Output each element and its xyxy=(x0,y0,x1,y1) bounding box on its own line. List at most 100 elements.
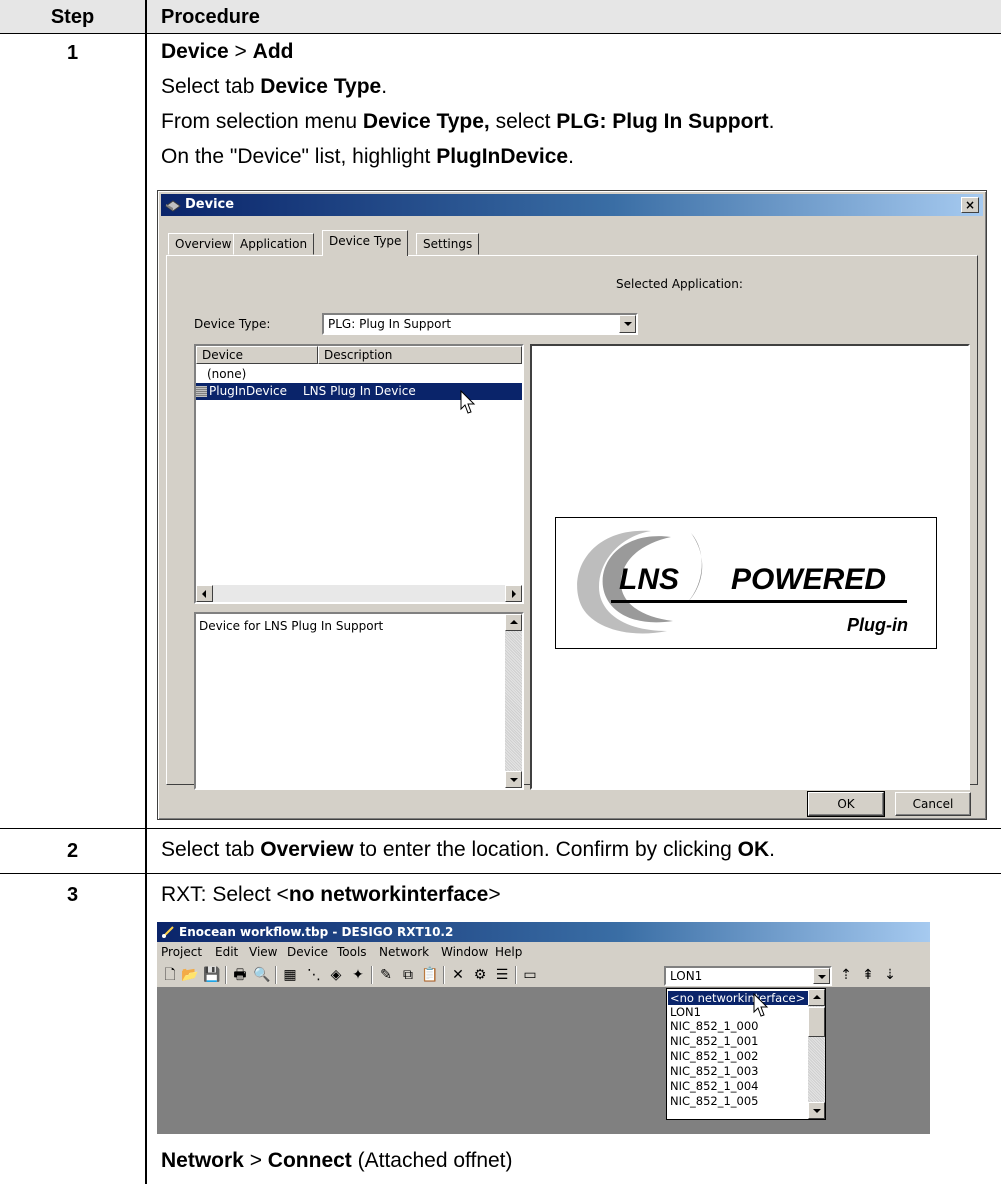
step-instruction: Select tab Overview to enter the locatio… xyxy=(161,838,775,861)
dropdown-item[interactable]: LON1 xyxy=(668,1005,808,1019)
menu-project[interactable]: Project xyxy=(161,945,202,959)
lns-powered-logo: LNS POWERED Plug-in xyxy=(555,517,937,649)
upload-all-icon[interactable]: ⇞ xyxy=(859,966,877,984)
horizontal-scrollbar[interactable] xyxy=(196,585,522,602)
scroll-down-icon[interactable] xyxy=(505,771,522,788)
chevron-down-icon[interactable] xyxy=(619,315,636,333)
rxt-window: Enocean workflow.tbp - DESIGO RXT10.2 Pr… xyxy=(157,922,930,1134)
step-instruction: From selection menu Device Type, select … xyxy=(161,110,775,133)
selected-application-label: Selected Application: xyxy=(616,277,743,291)
row-divider xyxy=(0,828,1001,829)
step-number: 1 xyxy=(66,42,79,64)
cursor-icon xyxy=(460,390,476,414)
logo-powered-text: POWERED xyxy=(731,563,886,596)
upload-icon[interactable]: ⇡ xyxy=(837,966,855,984)
print-preview-icon[interactable]: 🔍 xyxy=(253,966,271,984)
device-icon xyxy=(196,386,207,397)
dropdown-item[interactable]: <no networkinterface> xyxy=(668,991,808,1005)
dropdown-item[interactable]: NIC_852_1_002 xyxy=(668,1049,808,1063)
table-view-icon[interactable]: ▦ xyxy=(281,966,299,984)
delete-device-icon[interactable]: ✦ xyxy=(349,966,367,984)
rxt-title-text: Enocean workflow.tbp - DESIGO RXT10.2 xyxy=(179,925,454,939)
dropdown-item[interactable]: NIC_852_1_004 xyxy=(668,1079,808,1093)
preview-pane: LNS POWERED Plug-in xyxy=(530,344,970,790)
procedure-column-header: Procedure xyxy=(161,6,260,28)
step-instruction: Device > Add xyxy=(161,40,294,63)
scroll-thumb[interactable] xyxy=(808,1007,825,1037)
menu-window[interactable]: Window xyxy=(441,945,488,959)
toolbar-separator xyxy=(275,966,277,984)
chevron-down-icon[interactable] xyxy=(813,968,830,984)
network-interface-select[interactable]: LON1 xyxy=(664,966,832,986)
toolbar-separator xyxy=(371,966,373,984)
list-item[interactable]: (none) xyxy=(196,366,522,383)
row-divider xyxy=(0,873,1001,874)
scroll-up-icon[interactable] xyxy=(808,989,825,1006)
device-list[interactable]: Device Description (none) PlugInDevice L… xyxy=(194,344,524,604)
open-folder-icon[interactable]: 📂 xyxy=(181,966,199,984)
menu-help[interactable]: Help xyxy=(495,945,522,959)
tab-overview[interactable]: Overview xyxy=(168,233,239,255)
network-interface-value: LON1 xyxy=(670,969,703,983)
description-text: Device for LNS Plug In Support xyxy=(199,619,384,633)
column-header-device[interactable]: Device xyxy=(196,346,318,364)
toolbar-separator xyxy=(443,966,445,984)
dropdown-item[interactable]: NIC_852_1_000 xyxy=(668,1019,808,1033)
device-type-select[interactable]: PLG: Plug In Support xyxy=(322,313,638,335)
device-type-value: PLG: Plug In Support xyxy=(328,317,452,331)
device-icon xyxy=(165,200,181,212)
delete-icon[interactable]: ✕ xyxy=(449,966,467,984)
menu-edit[interactable]: Edit xyxy=(215,945,238,959)
step-number: 3 xyxy=(66,884,79,906)
cancel-button[interactable]: Cancel xyxy=(895,792,971,816)
tree-view-icon[interactable]: ⋱ xyxy=(305,966,323,984)
menu-tools[interactable]: Tools xyxy=(337,945,367,959)
step-instruction: On the "Device" list, highlight PlugInDe… xyxy=(161,145,574,168)
dropdown-item[interactable]: NIC_852_1_003 xyxy=(668,1064,808,1078)
scroll-up-icon[interactable] xyxy=(505,614,522,631)
scroll-down-icon[interactable] xyxy=(808,1102,825,1119)
logo-lns-text: LNS xyxy=(619,563,679,596)
new-item-icon[interactable]: ✎ xyxy=(377,966,395,984)
description-box[interactable]: Device for LNS Plug In Support xyxy=(194,612,524,790)
logo-plugin-text: Plug-in xyxy=(847,615,908,635)
tab-application[interactable]: Application xyxy=(233,233,315,255)
network-interface-dropdown[interactable]: <no networkinterface> LON1 NIC_852_1_000… xyxy=(666,988,826,1120)
dropdown-item[interactable]: NIC_852_1_001 xyxy=(668,1034,808,1048)
device-icon[interactable]: ◈ xyxy=(327,966,345,984)
new-file-icon[interactable]: 🗋 xyxy=(161,966,179,984)
menu-view[interactable]: View xyxy=(249,945,277,959)
vertical-scrollbar[interactable] xyxy=(808,989,825,1119)
dropdown-item[interactable]: NIC_852_1_005 xyxy=(668,1094,808,1108)
tab-settings[interactable]: Settings xyxy=(416,233,480,255)
step-instruction: RXT: Select <no networkinterface> xyxy=(161,883,501,906)
paste-icon[interactable]: 📋 xyxy=(421,966,439,984)
device-name: (none) xyxy=(207,367,247,381)
dialog-titlebar[interactable]: Device × xyxy=(161,194,983,216)
column-divider xyxy=(145,0,147,1184)
scroll-left-icon[interactable] xyxy=(196,585,213,602)
menu-device[interactable]: Device xyxy=(287,945,328,959)
close-button[interactable]: × xyxy=(961,197,979,213)
rxt-titlebar[interactable]: Enocean workflow.tbp - DESIGO RXT10.2 xyxy=(157,922,930,942)
copy-icon[interactable]: ⧉ xyxy=(399,966,417,984)
download-icon[interactable]: ⇣ xyxy=(881,966,899,984)
save-icon[interactable]: 💾 xyxy=(203,966,221,984)
toolbar-separator xyxy=(515,966,517,984)
tab-device-type[interactable]: Device Type xyxy=(322,230,409,256)
device-type-label: Device Type: xyxy=(194,317,271,331)
scroll-right-icon[interactable] xyxy=(505,585,522,602)
toolbar-separator xyxy=(225,966,227,984)
ok-button[interactable]: OK xyxy=(807,791,885,817)
network-interface-icon[interactable]: ▭ xyxy=(521,966,539,984)
menu-network[interactable]: Network xyxy=(379,945,429,959)
device-description: LNS Plug In Device xyxy=(303,384,416,398)
network-icon[interactable]: ⚙ xyxy=(471,966,489,984)
vertical-scrollbar[interactable] xyxy=(505,614,522,788)
column-header-description[interactable]: Description xyxy=(318,346,522,364)
properties-icon[interactable]: ☰ xyxy=(493,966,511,984)
device-name: PlugInDevice xyxy=(209,384,287,398)
step-column-header: Step xyxy=(50,6,95,28)
print-icon[interactable]: 🖶 xyxy=(231,966,249,984)
row-divider xyxy=(0,33,1001,34)
